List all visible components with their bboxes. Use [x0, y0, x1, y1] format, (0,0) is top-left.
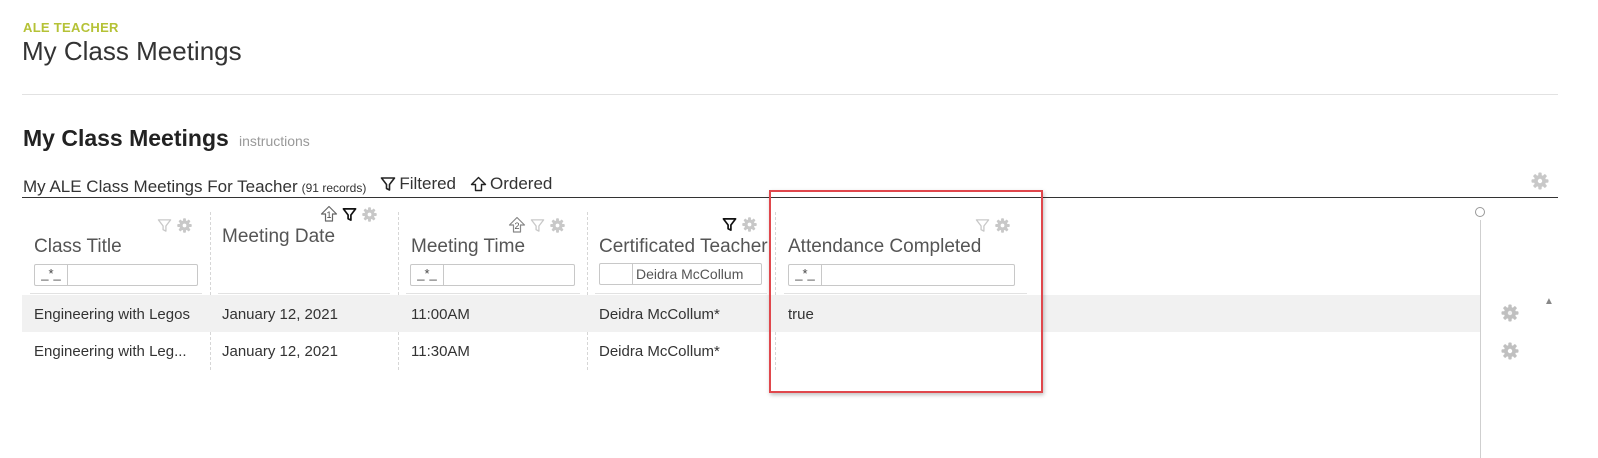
row-settings-gear-icon[interactable] [1500, 341, 1520, 366]
column-controls: 2 [508, 216, 566, 234]
column-settings-gear-icon[interactable] [361, 206, 378, 223]
sort-order-icon [470, 176, 487, 192]
view-settings-gear-icon[interactable] [1530, 171, 1550, 196]
filtered-toggle[interactable]: Filtered [380, 174, 456, 194]
cell-class-title: Engineering with Legos [34, 306, 190, 323]
column-settings-gear-icon[interactable] [176, 217, 193, 234]
record-count: (91 records) [301, 181, 367, 195]
sort-order-2-icon[interactable]: 2 [508, 216, 526, 234]
sort-order-1-icon[interactable]: 1 [320, 205, 338, 223]
ordered-label: Ordered [490, 174, 553, 193]
column-header-meeting-date[interactable]: Meeting Date [222, 226, 335, 248]
header-underline [30, 293, 202, 294]
sort-order-number: 1 [326, 210, 332, 220]
column-controls: 1 [320, 205, 378, 223]
section-title: My Class Meetings [23, 125, 229, 151]
column-header-certificated-teacher[interactable]: Certificated Teacher [599, 236, 768, 258]
instructions-link[interactable]: instructions [239, 133, 310, 149]
column-resize-handle[interactable] [1475, 207, 1485, 217]
cell-teacher: Deidra McCollum* [599, 306, 720, 323]
cell-class-title: Engineering with Leg... [34, 343, 187, 360]
column-filter-icon[interactable] [157, 218, 172, 233]
row-settings-gear-icon[interactable] [1500, 303, 1520, 328]
teacher-filter-input[interactable]: Deidra McCollum [599, 263, 762, 285]
column-filter-active-icon[interactable] [342, 207, 357, 222]
column-settings-gear-icon[interactable] [741, 216, 758, 233]
view-name[interactable]: My ALE Class Meetings For Teacher [23, 177, 298, 197]
cell-meeting-time: 11:00AM [411, 306, 470, 323]
cell-meeting-date: January 12, 2021 [222, 306, 338, 323]
scroll-up-arrow[interactable]: ▲ [1544, 296, 1554, 307]
class-title-filter-input[interactable]: _*_ [34, 264, 198, 286]
column-settings-gear-icon[interactable] [549, 217, 566, 234]
row-actions-separator [1480, 220, 1481, 458]
sort-order-number: 2 [514, 221, 520, 231]
cell-teacher: Deidra McCollum* [599, 343, 720, 360]
filter-operator-tag[interactable]: _*_ [411, 265, 444, 285]
filter-value: Deidra McCollum [636, 266, 744, 282]
app-eyebrow: ALE TEACHER [23, 20, 119, 35]
page-title: My Class Meetings [22, 36, 242, 66]
header-underline [218, 293, 390, 294]
filter-operator-tag[interactable]: _*_ [35, 265, 68, 285]
ordered-toggle[interactable]: Ordered [470, 174, 552, 194]
table-row[interactable]: Engineering with Legos January 12, 2021 … [22, 295, 1480, 332]
column-controls [157, 217, 193, 234]
view-subheader: My ALE Class Meetings For Teacher (91 re… [23, 174, 552, 197]
column-header-meeting-time[interactable]: Meeting Time [411, 236, 525, 258]
filtered-label: Filtered [399, 174, 457, 193]
header-underline [406, 293, 580, 294]
highlight-box [769, 190, 1043, 393]
column-header-class-title[interactable]: Class Title [34, 236, 122, 258]
header-underline [595, 293, 767, 294]
filter-operator-tag[interactable] [600, 264, 633, 284]
column-controls [722, 216, 758, 233]
cell-meeting-date: January 12, 2021 [222, 343, 338, 360]
title-divider [22, 94, 1558, 95]
column-filter-active-icon[interactable] [722, 217, 737, 232]
filter-icon [381, 177, 396, 191]
meeting-time-filter-input[interactable]: _*_ [410, 264, 575, 286]
table-row[interactable]: Engineering with Leg... January 12, 2021… [22, 332, 1480, 369]
column-filter-icon[interactable] [530, 218, 545, 233]
cell-meeting-time: 11:30AM [411, 343, 470, 360]
